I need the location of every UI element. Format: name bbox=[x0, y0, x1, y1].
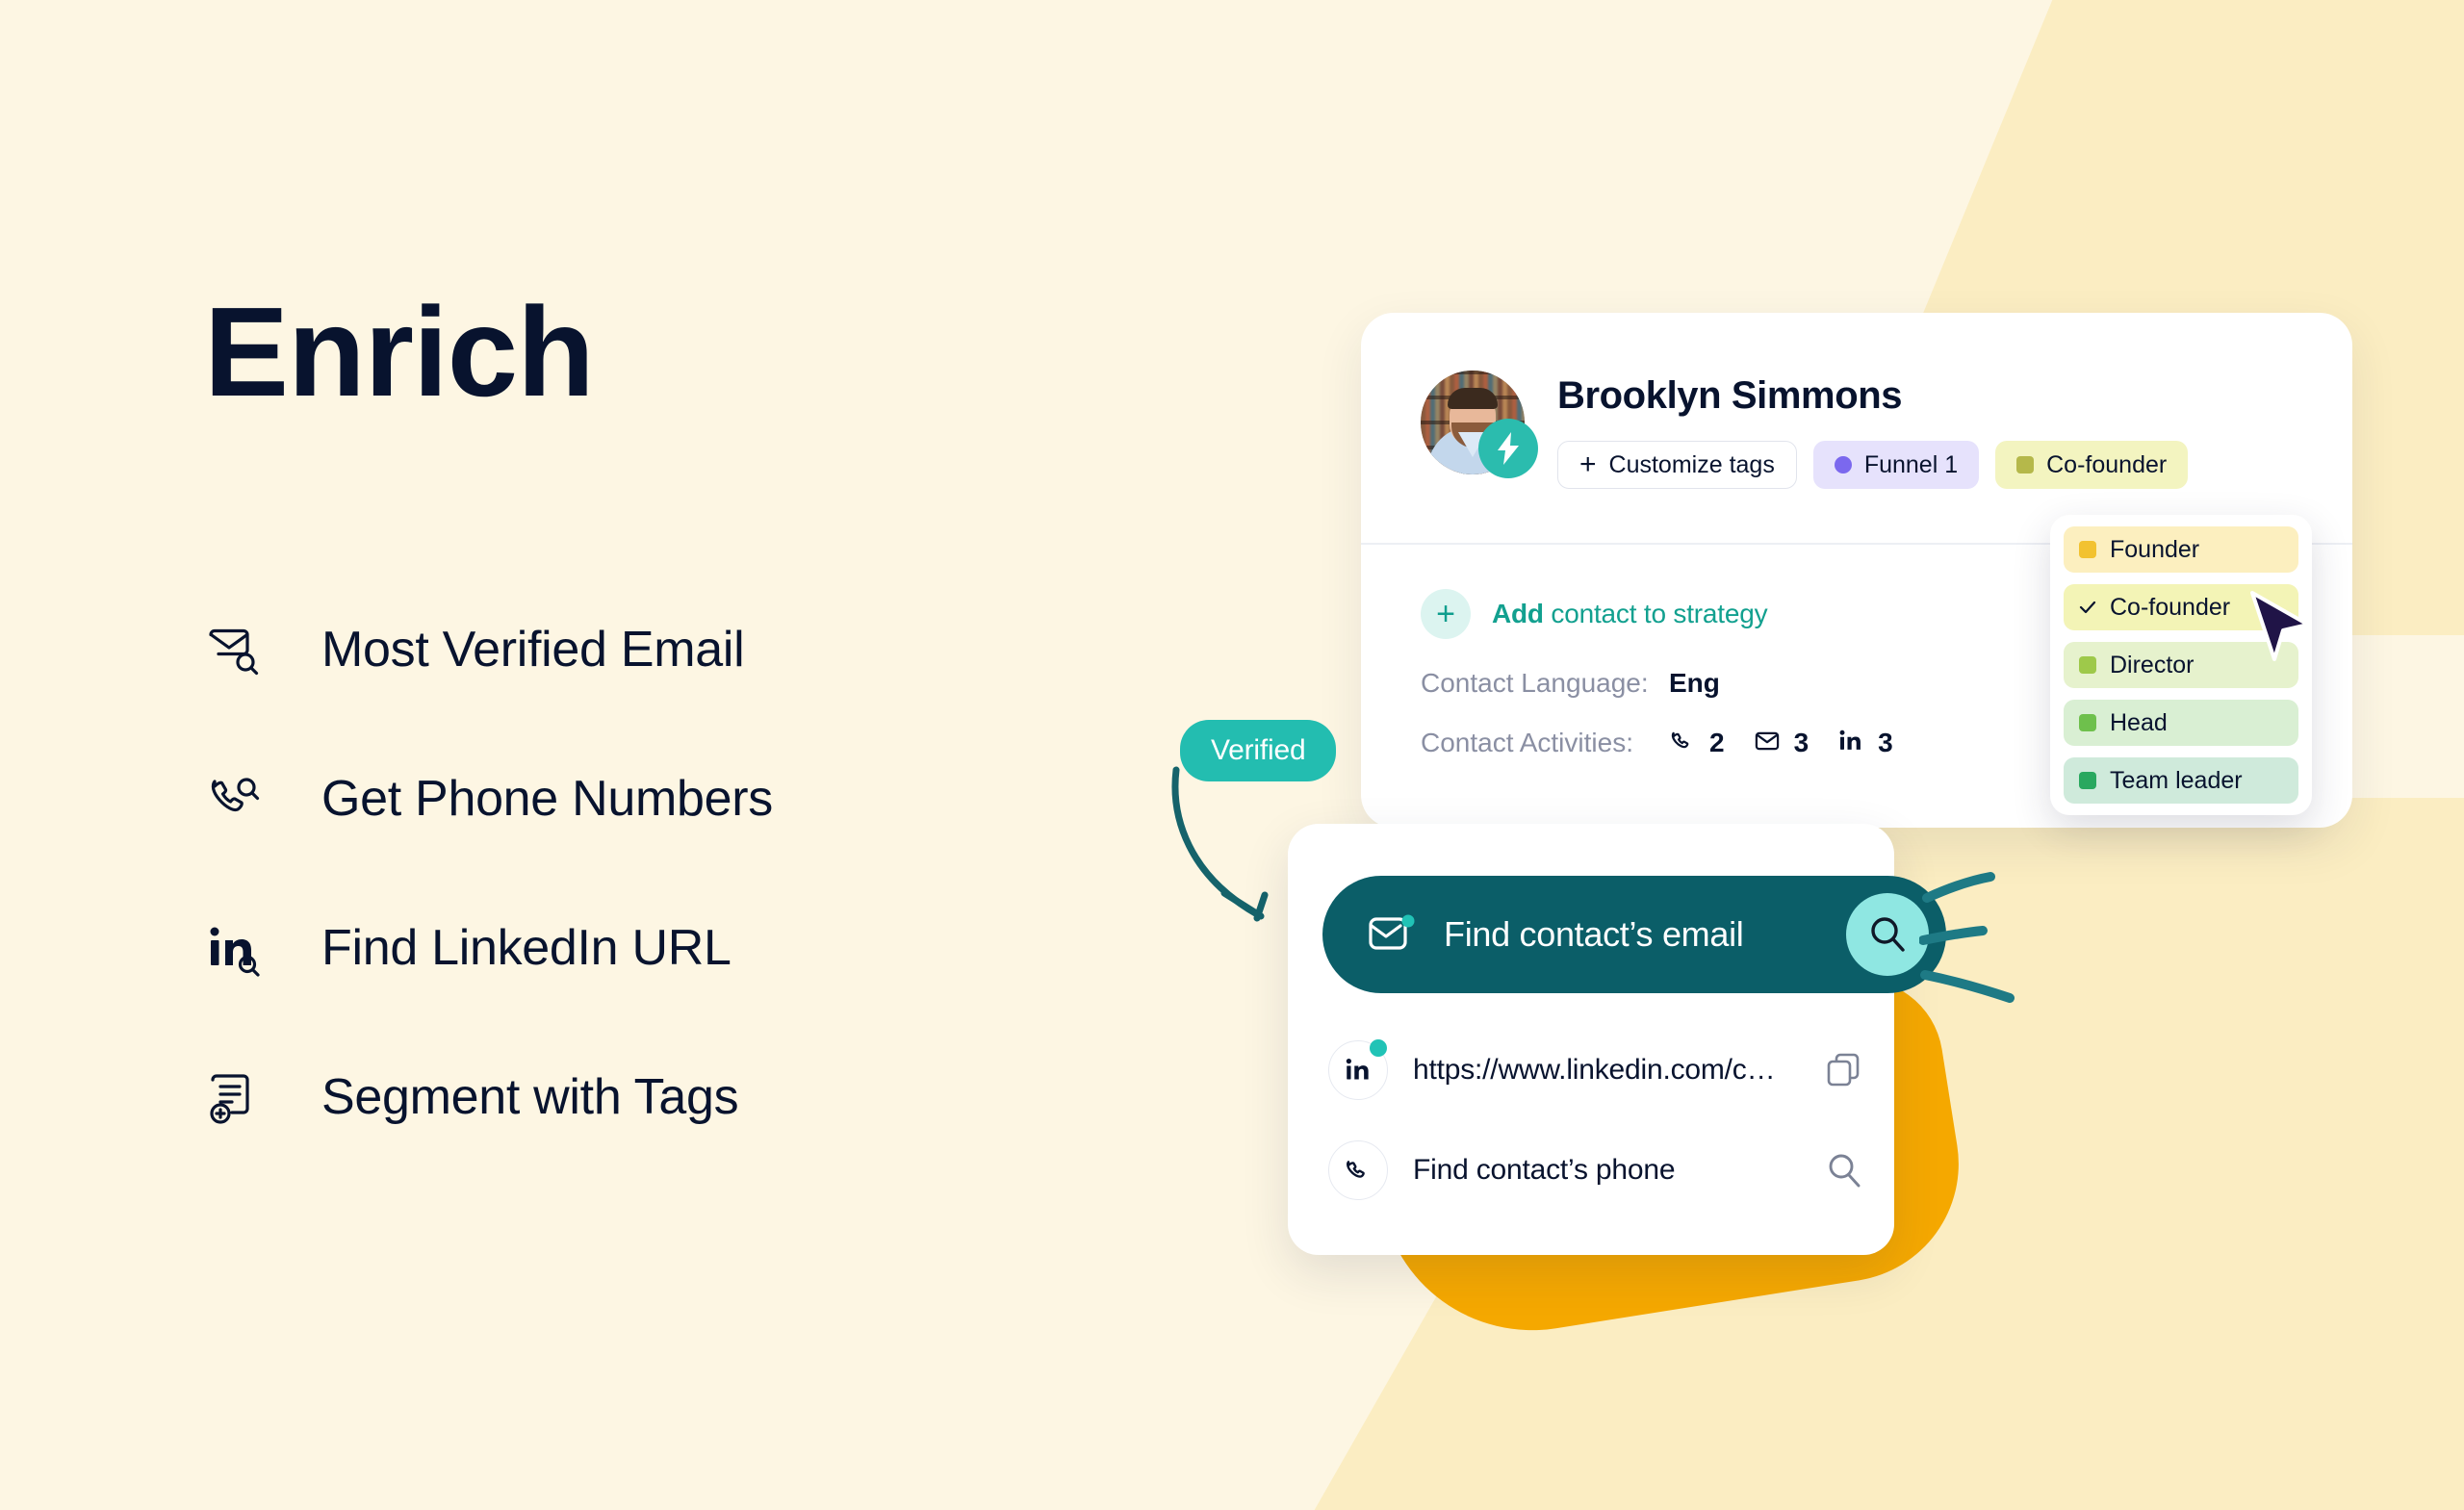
dropdown-item-head[interactable]: Head bbox=[2064, 700, 2298, 746]
lightning-bolt-icon bbox=[1478, 419, 1538, 478]
customize-tags-label: Customize tags bbox=[1608, 450, 1775, 478]
feature-label: Segment with Tags bbox=[321, 1069, 739, 1125]
team-leader-swatch-icon bbox=[2079, 772, 2096, 789]
contact-language-value: Eng bbox=[1669, 667, 1720, 698]
feature-label: Most Verified Email bbox=[321, 622, 745, 678]
notify-dot-icon bbox=[1370, 1039, 1387, 1057]
find-phone-label: Find contact’s phone bbox=[1413, 1154, 1676, 1186]
dropdown-item-founder[interactable]: Founder bbox=[2064, 526, 2298, 573]
tag-pill-funnel[interactable]: Funnel 1 bbox=[1812, 441, 1980, 489]
search-icon[interactable] bbox=[1821, 1147, 1867, 1193]
linkedin-icon bbox=[1837, 728, 1864, 759]
feature-item-phone-numbers: Get Phone Numbers bbox=[204, 753, 773, 845]
head-swatch-icon bbox=[2079, 714, 2096, 731]
linkedin-url-row[interactable]: https://www.linkedin.com/c… bbox=[1328, 1036, 1867, 1105]
find-contact-phone-row[interactable]: Find contact’s phone bbox=[1328, 1136, 1867, 1205]
plus-icon: + bbox=[1421, 588, 1471, 639]
funnel-dot-icon bbox=[1834, 456, 1852, 473]
email-search-icon bbox=[204, 620, 264, 679]
phone-icon bbox=[1669, 728, 1696, 759]
linkedin-search-icon bbox=[204, 918, 264, 978]
cofounder-swatch-icon bbox=[2016, 456, 2035, 473]
feature-item-verified-email: Most Verified Email bbox=[204, 603, 773, 696]
linkedin-icon bbox=[1328, 1039, 1388, 1100]
left-content-column: Enrich Most Verified Email Get Phone Num… bbox=[204, 289, 773, 1200]
contact-card-header: Brooklyn Simmons + Customize tags Funnel… bbox=[1361, 313, 2352, 489]
dropdown-item-label: Director bbox=[2110, 651, 2194, 678]
contact-language-label: Contact Language: bbox=[1421, 667, 1649, 698]
contact-activities-label: Contact Activities: bbox=[1421, 728, 1633, 757]
decorative-dashes-icon bbox=[1918, 871, 2102, 1020]
dropdown-item-label: Founder bbox=[2110, 535, 2200, 563]
copy-icon[interactable] bbox=[1821, 1047, 1867, 1093]
plus-icon: + bbox=[1579, 448, 1597, 480]
activity-email: 3 bbox=[1754, 728, 1810, 759]
feature-list: Most Verified Email Get Phone Numbers Fi… bbox=[204, 603, 773, 1143]
dropdown-item-label: Co-founder bbox=[2110, 593, 2231, 621]
check-icon bbox=[2079, 599, 2096, 616]
dropdown-item-label: Team leader bbox=[2110, 766, 2243, 794]
activity-phone: 2 bbox=[1669, 728, 1725, 759]
feature-label: Find LinkedIn URL bbox=[321, 920, 732, 976]
tag-row: + Customize tags Funnel 1 Co-founder bbox=[1557, 441, 2189, 489]
add-action-prefix: Add bbox=[1492, 598, 1544, 628]
contact-name: Brooklyn Simmons bbox=[1557, 374, 1903, 417]
envelope-icon bbox=[1754, 728, 1781, 759]
cursor-arrow-icon bbox=[2246, 589, 2316, 671]
tag-pill-label: Funnel 1 bbox=[1863, 450, 1959, 478]
phone-icon bbox=[1328, 1140, 1388, 1200]
activity-count: 2 bbox=[1709, 728, 1725, 757]
tag-pill-cofounder[interactable]: Co-founder bbox=[1995, 441, 2189, 489]
customize-tags-button[interactable]: + Customize tags bbox=[1557, 441, 1797, 489]
director-swatch-icon bbox=[2079, 656, 2096, 674]
linkedin-url-text: https://www.linkedin.com/c… bbox=[1413, 1054, 1776, 1086]
avatar bbox=[1421, 371, 1538, 478]
activity-count: 3 bbox=[1878, 728, 1893, 757]
find-email-label: Find contact’s email bbox=[1444, 914, 1744, 954]
tag-pill-label: Co-founder bbox=[2046, 450, 2168, 478]
find-contact-email-button[interactable]: Find contact’s email bbox=[1322, 876, 1946, 993]
segment-tag-icon bbox=[204, 1067, 264, 1127]
envelope-notify-icon bbox=[1367, 913, 1417, 956]
feature-item-linkedin-url: Find LinkedIn URL bbox=[204, 902, 773, 994]
status-badge-verified: Verified bbox=[1180, 720, 1337, 781]
founder-swatch-icon bbox=[2079, 541, 2096, 558]
phone-search-icon bbox=[204, 769, 264, 829]
search-icon[interactable] bbox=[1846, 893, 1929, 976]
activity-linkedin: 3 bbox=[1837, 728, 1893, 759]
page-title: Enrich bbox=[204, 281, 595, 422]
feature-label: Get Phone Numbers bbox=[321, 771, 773, 827]
add-action-text: contact to strategy bbox=[1551, 598, 1768, 628]
activity-count: 3 bbox=[1793, 728, 1810, 757]
dropdown-item-label: Head bbox=[2110, 708, 2168, 736]
dropdown-item-team-leader[interactable]: Team leader bbox=[2064, 757, 2298, 804]
feature-item-segment-tags: Segment with Tags bbox=[204, 1051, 773, 1143]
